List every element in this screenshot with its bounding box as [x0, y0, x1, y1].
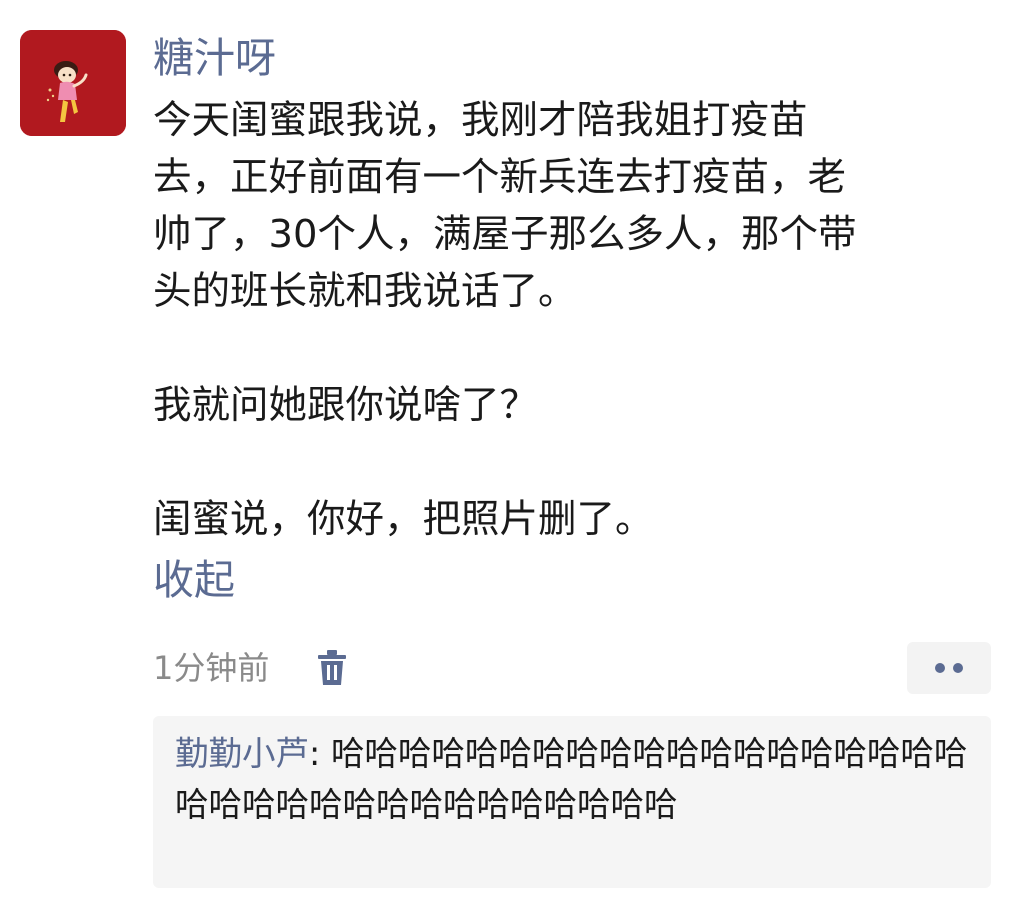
cartoon-girl-avatar-icon — [20, 30, 126, 136]
post-meta-row: 1分钟前 — [153, 640, 991, 694]
comment-box: 勤勤小芦: 哈哈哈哈哈哈哈哈哈哈哈哈哈哈哈哈哈哈哈哈哈哈哈哈哈哈哈哈哈哈哈哈哈哈 — [153, 716, 991, 888]
avatar[interactable] — [20, 30, 126, 136]
collapse-link[interactable]: 收起 — [153, 552, 235, 608]
more-options-button[interactable] — [907, 642, 991, 694]
post-content: 糖汁呀 今天闺蜜跟我说，我刚才陪我姐打疫苗 去，正好前面有一个新兵连去打疫苗，老… — [153, 30, 993, 608]
post-timestamp: 1分钟前 — [153, 649, 270, 687]
comment-author[interactable]: 勤勤小芦 — [175, 734, 309, 773]
post-username[interactable]: 糖汁呀 — [153, 30, 993, 92]
comment-separator: : — [309, 734, 331, 773]
trash-icon[interactable] — [316, 649, 348, 687]
comment-item[interactable]: 勤勤小芦: 哈哈哈哈哈哈哈哈哈哈哈哈哈哈哈哈哈哈哈哈哈哈哈哈哈哈哈哈哈哈哈哈哈哈 — [175, 728, 975, 830]
post-body: 今天闺蜜跟我说，我刚才陪我姐打疫苗 去，正好前面有一个新兵连去打疫苗，老 帅了，… — [153, 98, 857, 542]
